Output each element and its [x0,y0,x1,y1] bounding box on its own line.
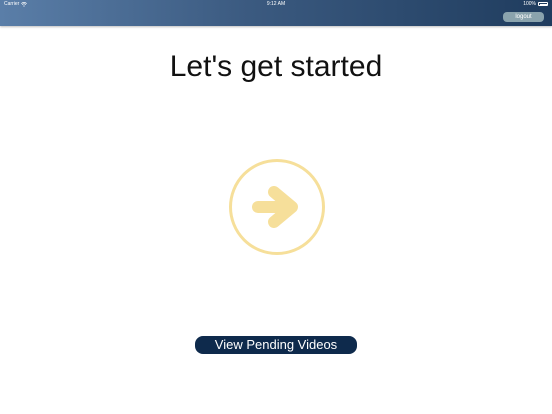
page-title: Let's get started [169,50,383,83]
header-bar: Carrier 9:12 AM 100% logout [0,0,552,26]
app-screen: Carrier 9:12 AM 100% logout Let's get st… [0,0,552,414]
status-bar: Carrier 9:12 AM 100% [0,0,552,8]
view-pending-videos-button[interactable]: View Pending Videos [195,336,357,354]
status-time: 9:12 AM [266,1,286,7]
logout-button[interactable]: logout [503,12,544,22]
status-battery: 100% [523,0,548,8]
battery-percent: 100% [523,1,536,7]
start-button[interactable] [229,159,325,255]
arrow-right-icon [252,186,298,228]
battery-icon [538,2,548,6]
